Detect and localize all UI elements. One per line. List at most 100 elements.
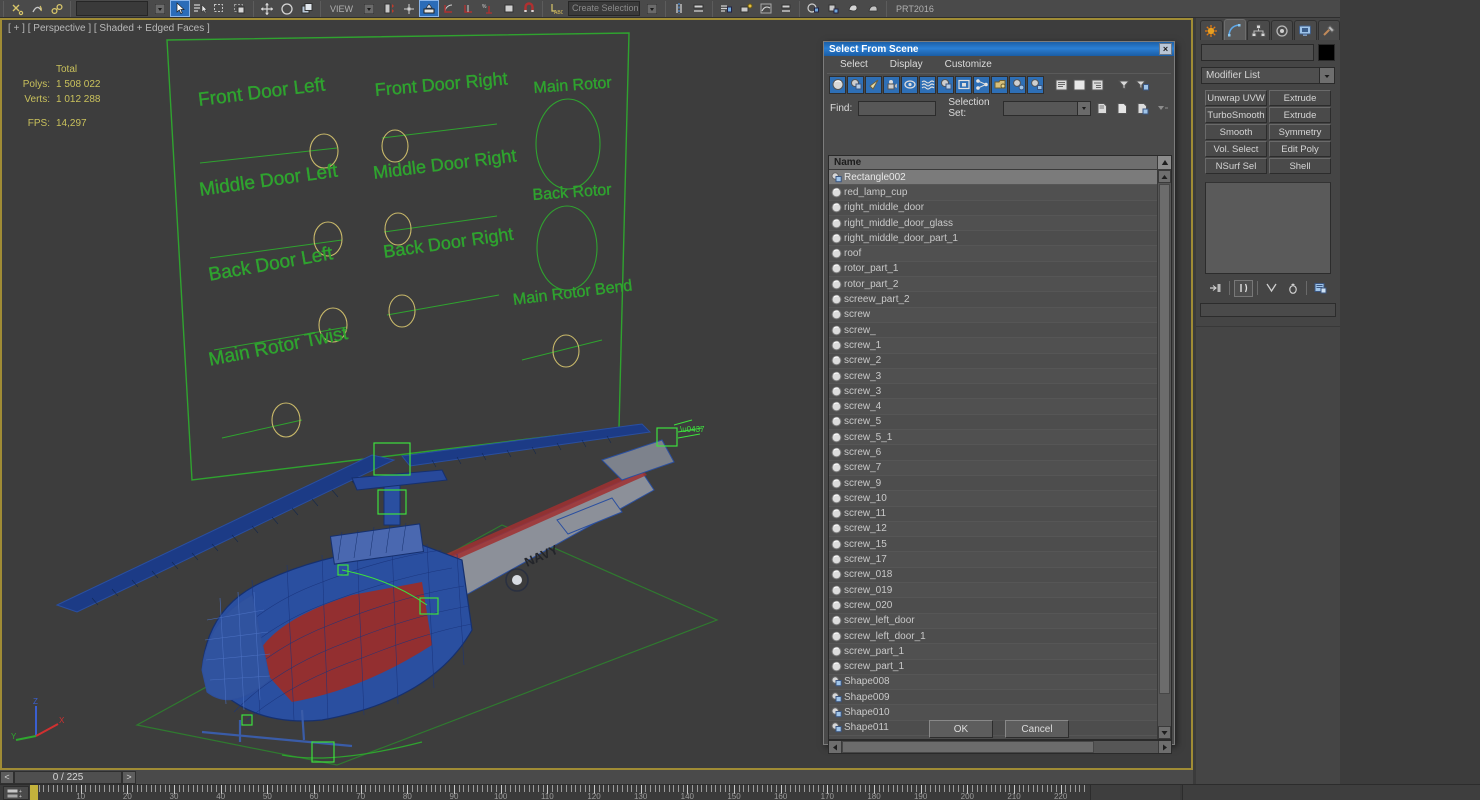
list-item[interactable]: screw_019 [829,583,1157,599]
list-horizontal-scrollbar[interactable] [828,740,1172,754]
show-end-result-icon[interactable] [1234,279,1253,297]
list-item[interactable]: screw_left_door [829,613,1157,629]
redo-icon[interactable] [27,0,47,17]
list-item[interactable]: screw_1 [829,338,1157,354]
modifier-button-shell[interactable]: Shell [1269,158,1331,174]
chevron-down-icon[interactable] [1320,67,1335,84]
create-tab[interactable] [1200,20,1223,40]
dialog-titlebar[interactable]: Select From Scene × [824,42,1174,56]
add-to-set-icon[interactable] [1114,99,1131,117]
list-vertical-scrollbar[interactable] [1157,170,1171,739]
list-item[interactable]: right_middle_door_glass [829,215,1157,232]
spinner-snap-icon[interactable]: % [479,0,499,17]
list-item[interactable]: screw_018 [829,567,1157,584]
list-item[interactable]: screw_2 [829,353,1157,369]
selection-set-combo[interactable] [1002,100,1091,116]
object-name-input[interactable] [1201,44,1314,61]
list-body[interactable]: Rectangle002 red_lamp_cup right_middle_doo… [829,170,1171,739]
list-item[interactable]: screw_4 [829,399,1157,415]
set-dropdown-icon[interactable] [1154,99,1171,117]
list-item[interactable]: screw_3 [829,368,1157,385]
filter-icon[interactable] [1115,75,1132,94]
configure-modifier-sets-icon[interactable] [1311,279,1330,297]
list-hierarchy-icon[interactable] [1089,75,1106,94]
mirror-icon[interactable] [669,0,689,17]
dialog-menubar[interactable]: Select Display Customize [824,56,1174,72]
modifier-stack-toolbar[interactable] [1200,279,1336,297]
modifier-stack-list[interactable] [1205,182,1331,274]
list-item[interactable]: rotor_part_1 [829,261,1157,278]
list-item[interactable]: screw [829,307,1157,323]
horizontal-scroll-track[interactable] [842,741,1158,753]
list-item[interactable]: rotor_part_2 [829,277,1157,293]
cancel-button[interactable]: Cancel [1005,720,1069,738]
modifier-button-extrude[interactable]: Extrude [1269,107,1331,123]
filter-advanced-icon[interactable] [1133,75,1150,94]
window-crossing-icon[interactable] [230,0,250,17]
remove-modifier-icon[interactable] [1283,279,1302,297]
dialog-menu-display[interactable]: Display [890,59,923,70]
render-frame-window-icon[interactable] [843,0,863,17]
select-object-icon[interactable] [170,0,190,17]
modifier-rollout-placeholder[interactable] [1200,303,1336,317]
key-filters-icon[interactable]: + + [3,786,29,800]
list-item[interactable]: screw_7 [829,460,1157,476]
scroll-right-icon[interactable] [1158,741,1171,753]
utilities-tab[interactable] [1317,20,1340,40]
display-space-warps-icon[interactable] [919,75,936,94]
select-manipulate-icon[interactable] [399,0,419,17]
scroll-left-icon[interactable] [829,741,842,753]
named-selection-sets-icon[interactable]: ABC [546,0,566,17]
modifier-button-smooth[interactable]: Smooth [1205,124,1267,140]
rectangular-select-region-icon[interactable] [210,0,230,17]
dialog-menu-select[interactable]: Select [840,59,868,70]
material-editor-icon[interactable] [803,0,823,17]
object-name-row[interactable] [1196,40,1340,61]
sort-ascending-icon[interactable] [1157,156,1171,169]
undo-icon[interactable] [7,0,27,17]
vertical-scroll-thumb[interactable] [1159,184,1170,694]
display-lights-icon[interactable] [865,75,882,94]
make-unique-icon[interactable] [1262,279,1281,297]
list-item[interactable]: screw_5_1 [829,430,1157,446]
dialog-buttons[interactable]: OK Cancel [824,720,1174,738]
list-flat-icon[interactable] [1053,75,1070,94]
modifier-list-combo[interactable]: Modifier List [1201,67,1335,84]
time-slider-handle[interactable] [30,785,38,800]
select-scale-icon[interactable] [297,0,317,17]
command-panel[interactable]: Modifier List Unwrap UVW Extrude TurboSmoo… [1196,18,1340,800]
select-from-scene-dialog[interactable]: Select From Scene × Select Display Customi… [823,41,1175,754]
display-children-icon[interactable] [1009,75,1026,94]
display-cameras-icon[interactable] [883,75,900,94]
prev-frame-button[interactable]: < [0,770,14,784]
magnet-icon[interactable] [519,0,539,17]
dialog-filter-toolbar[interactable] [827,73,1171,95]
modifier-button-edit-poly[interactable]: Edit Poly [1269,141,1331,157]
list-item[interactable]: screw_9 [829,475,1157,492]
find-input[interactable] [858,100,937,116]
track-bar[interactable]: + + 10 20 30 40 50 60 70 80 90 100 110 120 130 140 150 1… [0,784,1480,800]
list-item[interactable]: screw_ [829,322,1157,339]
next-frame-button[interactable]: > [122,770,136,784]
modify-tab[interactable] [1223,19,1246,40]
list-item[interactable]: Shape010 [829,705,1157,721]
scene-object-list[interactable]: Name Rectangle002 red_lamp_cup right_middl… [828,155,1172,740]
list-item[interactable]: screw_3 [829,384,1157,400]
motion-tab[interactable] [1270,20,1293,40]
list-item[interactable]: right_middle_door [829,200,1157,216]
list-item[interactable]: screw_left_door_1 [829,628,1157,645]
list-item[interactable]: Shape008 [829,674,1157,691]
modifier-button-unwrap-uvw[interactable]: Unwrap UVW [1205,90,1267,106]
pin-stack-icon[interactable] [1206,279,1225,297]
modifier-button-symmetry[interactable]: Symmetry [1269,124,1331,140]
display-groups-icon[interactable] [937,75,954,94]
use-pivot-center-icon[interactable] [379,0,399,17]
object-color-swatch[interactable] [1318,44,1335,61]
list-item[interactable]: screw_17 [829,552,1157,568]
list-item[interactable]: screw_6 [829,445,1157,461]
layer-manager-icon[interactable] [716,0,736,17]
render-production-icon[interactable] [863,0,883,17]
command-panel-tabs[interactable] [1196,18,1340,40]
list-item[interactable]: screw_15 [829,537,1157,553]
timeline-ruler[interactable]: 10 20 30 40 50 60 70 80 90 100 110 120 130 140 150 160 1… [30,785,1085,800]
